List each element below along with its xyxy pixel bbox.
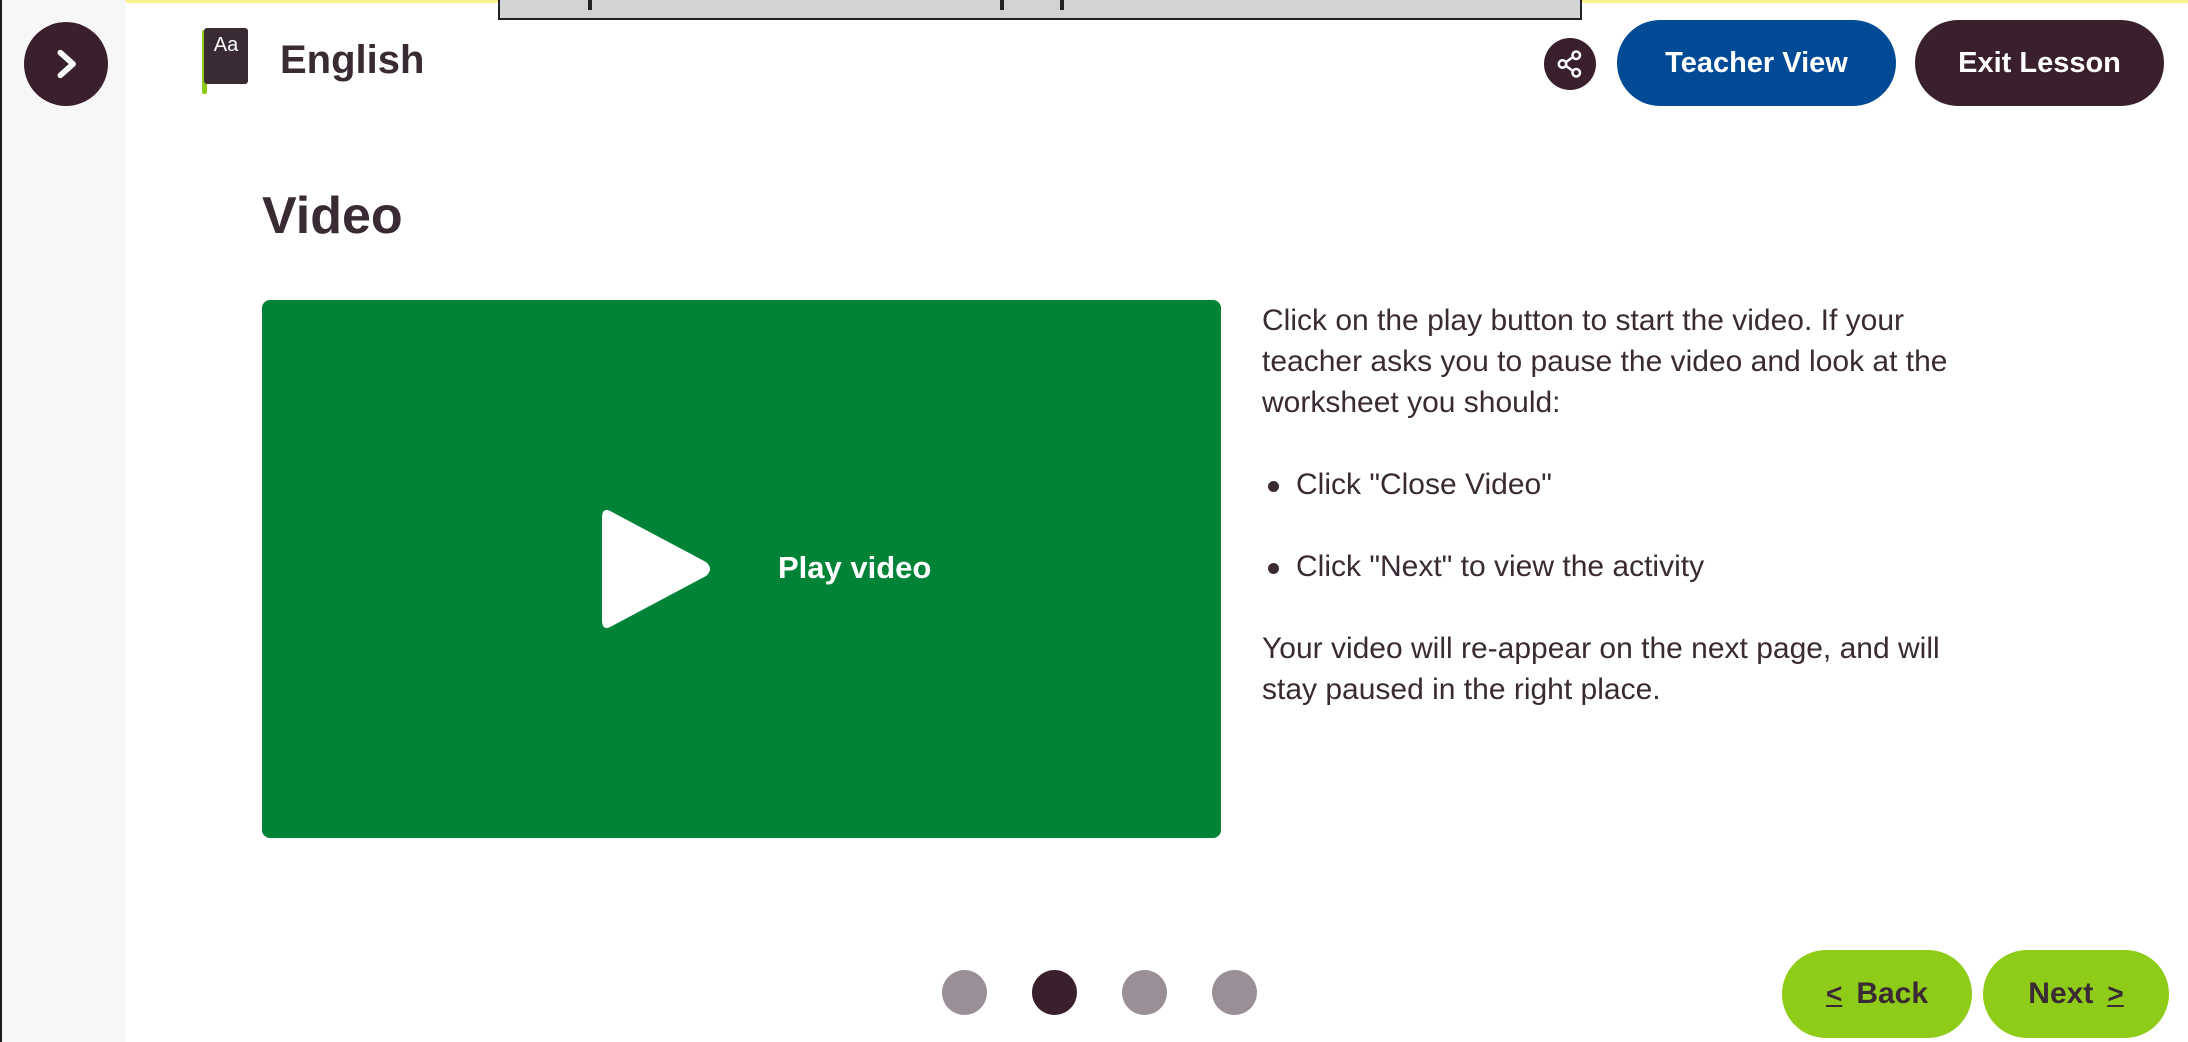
browser-overlay-tab: [498, 0, 1582, 20]
sidebar: [2, 0, 126, 1042]
next-button[interactable]: Next >: [1983, 950, 2169, 1038]
overlay-tick: [1000, 0, 1004, 10]
page-dot-3[interactable]: [1122, 970, 1167, 1015]
chevron-right-icon: >: [2107, 978, 2124, 1009]
share-button[interactable]: [1544, 38, 1596, 90]
video-instructions: Click on the play button to start the vi…: [1262, 300, 1962, 710]
sidebar-toggle-button[interactable]: [24, 22, 108, 106]
page-indicator: [942, 970, 1257, 1015]
instructions-intro: Click on the play button to start the vi…: [1262, 304, 1948, 419]
page-dot-2-current[interactable]: [1032, 970, 1077, 1015]
list-item: Click "Close Video": [1262, 464, 1962, 505]
page-dot-4[interactable]: [1212, 970, 1257, 1015]
list-item: Click "Next" to view the activity: [1262, 546, 1962, 587]
teacher-view-button[interactable]: Teacher View: [1617, 20, 1896, 106]
back-button-label: Back: [1856, 977, 1929, 1010]
back-button[interactable]: < Back: [1782, 950, 1972, 1038]
instructions-outro: Your video will re-appear on the next pa…: [1262, 632, 1940, 706]
page-title: Video: [262, 187, 403, 245]
subject-title: English: [280, 37, 425, 82]
page-dot-1[interactable]: [942, 970, 987, 1015]
share-icon: [1557, 50, 1582, 78]
video-player[interactable]: Play video: [262, 300, 1221, 838]
book-cover: Aa: [204, 28, 248, 84]
subject-header: Aa English: [198, 24, 424, 96]
next-button-label: Next: [2028, 977, 2094, 1010]
exit-lesson-button[interactable]: Exit Lesson: [1915, 20, 2164, 106]
book-icon: Aa: [198, 24, 250, 96]
overlay-tick: [588, 0, 592, 10]
play-video-label[interactable]: Play video: [778, 550, 931, 586]
overlay-tick: [1060, 0, 1064, 10]
chevron-right-icon: [57, 49, 76, 79]
chevron-left-icon: <: [1825, 978, 1843, 1009]
play-icon[interactable]: [598, 504, 714, 634]
instructions-list: Click "Close Video" Click "Next" to view…: [1262, 464, 1962, 587]
